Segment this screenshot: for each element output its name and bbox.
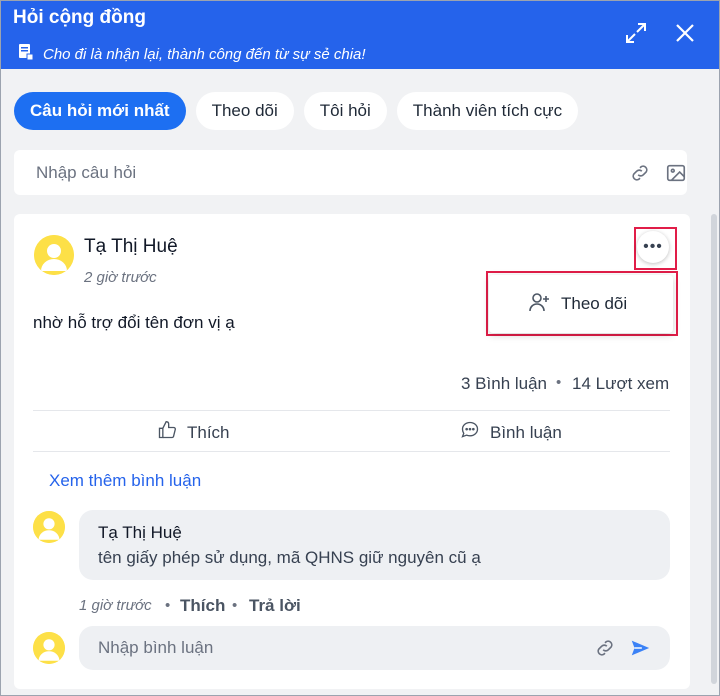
share-icon: [17, 43, 35, 65]
link-icon[interactable]: [629, 162, 651, 184]
separator: •: [232, 597, 238, 614]
comment-bubble: [79, 510, 670, 580]
tab-my-questions[interactable]: Tôi hỏi: [303, 92, 387, 130]
scrollbar[interactable]: [711, 214, 717, 684]
window-title: Hỏi cộng đồng: [13, 7, 146, 28]
comment-text: tên giấy phép sử dụng, mã QHNS giữ nguyê…: [98, 548, 481, 567]
tab-bar: Câu hỏi mới nhất Theo dõi Tôi hỏi Thành …: [14, 92, 579, 130]
comment-input-placeholder: Nhập bình luận: [98, 638, 214, 657]
expand-icon[interactable]: [622, 19, 650, 47]
add-user-icon: [529, 291, 551, 318]
close-icon[interactable]: [671, 19, 699, 47]
comment-count[interactable]: 3 Bình luận: [461, 374, 547, 394]
more-comments-link[interactable]: Xem thêm bình luận: [49, 471, 201, 491]
comment-icon: [460, 420, 480, 445]
community-window: Hỏi cộng đồng Cho đi là nhận lại, thành …: [0, 0, 720, 696]
tab-active-members[interactable]: Thành viên tích cực: [396, 92, 579, 130]
comment-label: Bình luận: [490, 422, 562, 442]
separator: •: [556, 374, 562, 391]
thumbs-up-icon: [157, 420, 177, 445]
more-options-button[interactable]: •••: [637, 231, 669, 263]
avatar: [33, 511, 65, 543]
avatar: [34, 235, 74, 275]
image-icon[interactable]: [665, 162, 687, 184]
subtitle-text: Cho đi là nhận lại, thành công đến từ sự…: [43, 45, 366, 63]
header: Hỏi cộng đồng Cho đi là nhận lại, thành …: [1, 1, 719, 69]
follow-menu-item[interactable]: Theo dõi: [489, 275, 673, 333]
question-placeholder: Nhập câu hỏi: [36, 163, 137, 182]
like-button[interactable]: Thích: [157, 420, 230, 445]
divider: [33, 410, 670, 411]
link-icon[interactable]: [594, 637, 616, 659]
comment-author[interactable]: Tạ Thị Huệ: [98, 523, 182, 543]
comment-button[interactable]: Bình luận: [460, 420, 562, 445]
post-author[interactable]: Tạ Thị Huệ: [84, 236, 178, 258]
send-icon[interactable]: [629, 637, 651, 659]
avatar: [33, 632, 65, 664]
comment-like-button[interactable]: Thích: [180, 596, 225, 616]
separator: •: [165, 597, 171, 614]
post-content: nhờ hỗ trợ đổi tên đơn vị ạ: [33, 313, 235, 332]
divider: [33, 451, 670, 452]
like-label: Thích: [187, 422, 230, 442]
post-time: 2 giờ trước: [84, 269, 157, 286]
comment-reply-button[interactable]: Trả lời: [249, 596, 301, 616]
header-subtitle: Cho đi là nhận lại, thành công đến từ sự…: [17, 43, 366, 65]
comment-time: 1 giờ trước: [79, 597, 152, 614]
tab-following[interactable]: Theo dõi: [195, 92, 294, 130]
view-count: 14 Lượt xem: [572, 374, 670, 393]
follow-label: Theo dõi: [561, 294, 628, 313]
question-input[interactable]: Nhập câu hỏi: [14, 150, 687, 195]
tab-latest-questions[interactable]: Câu hỏi mới nhất: [14, 92, 186, 130]
